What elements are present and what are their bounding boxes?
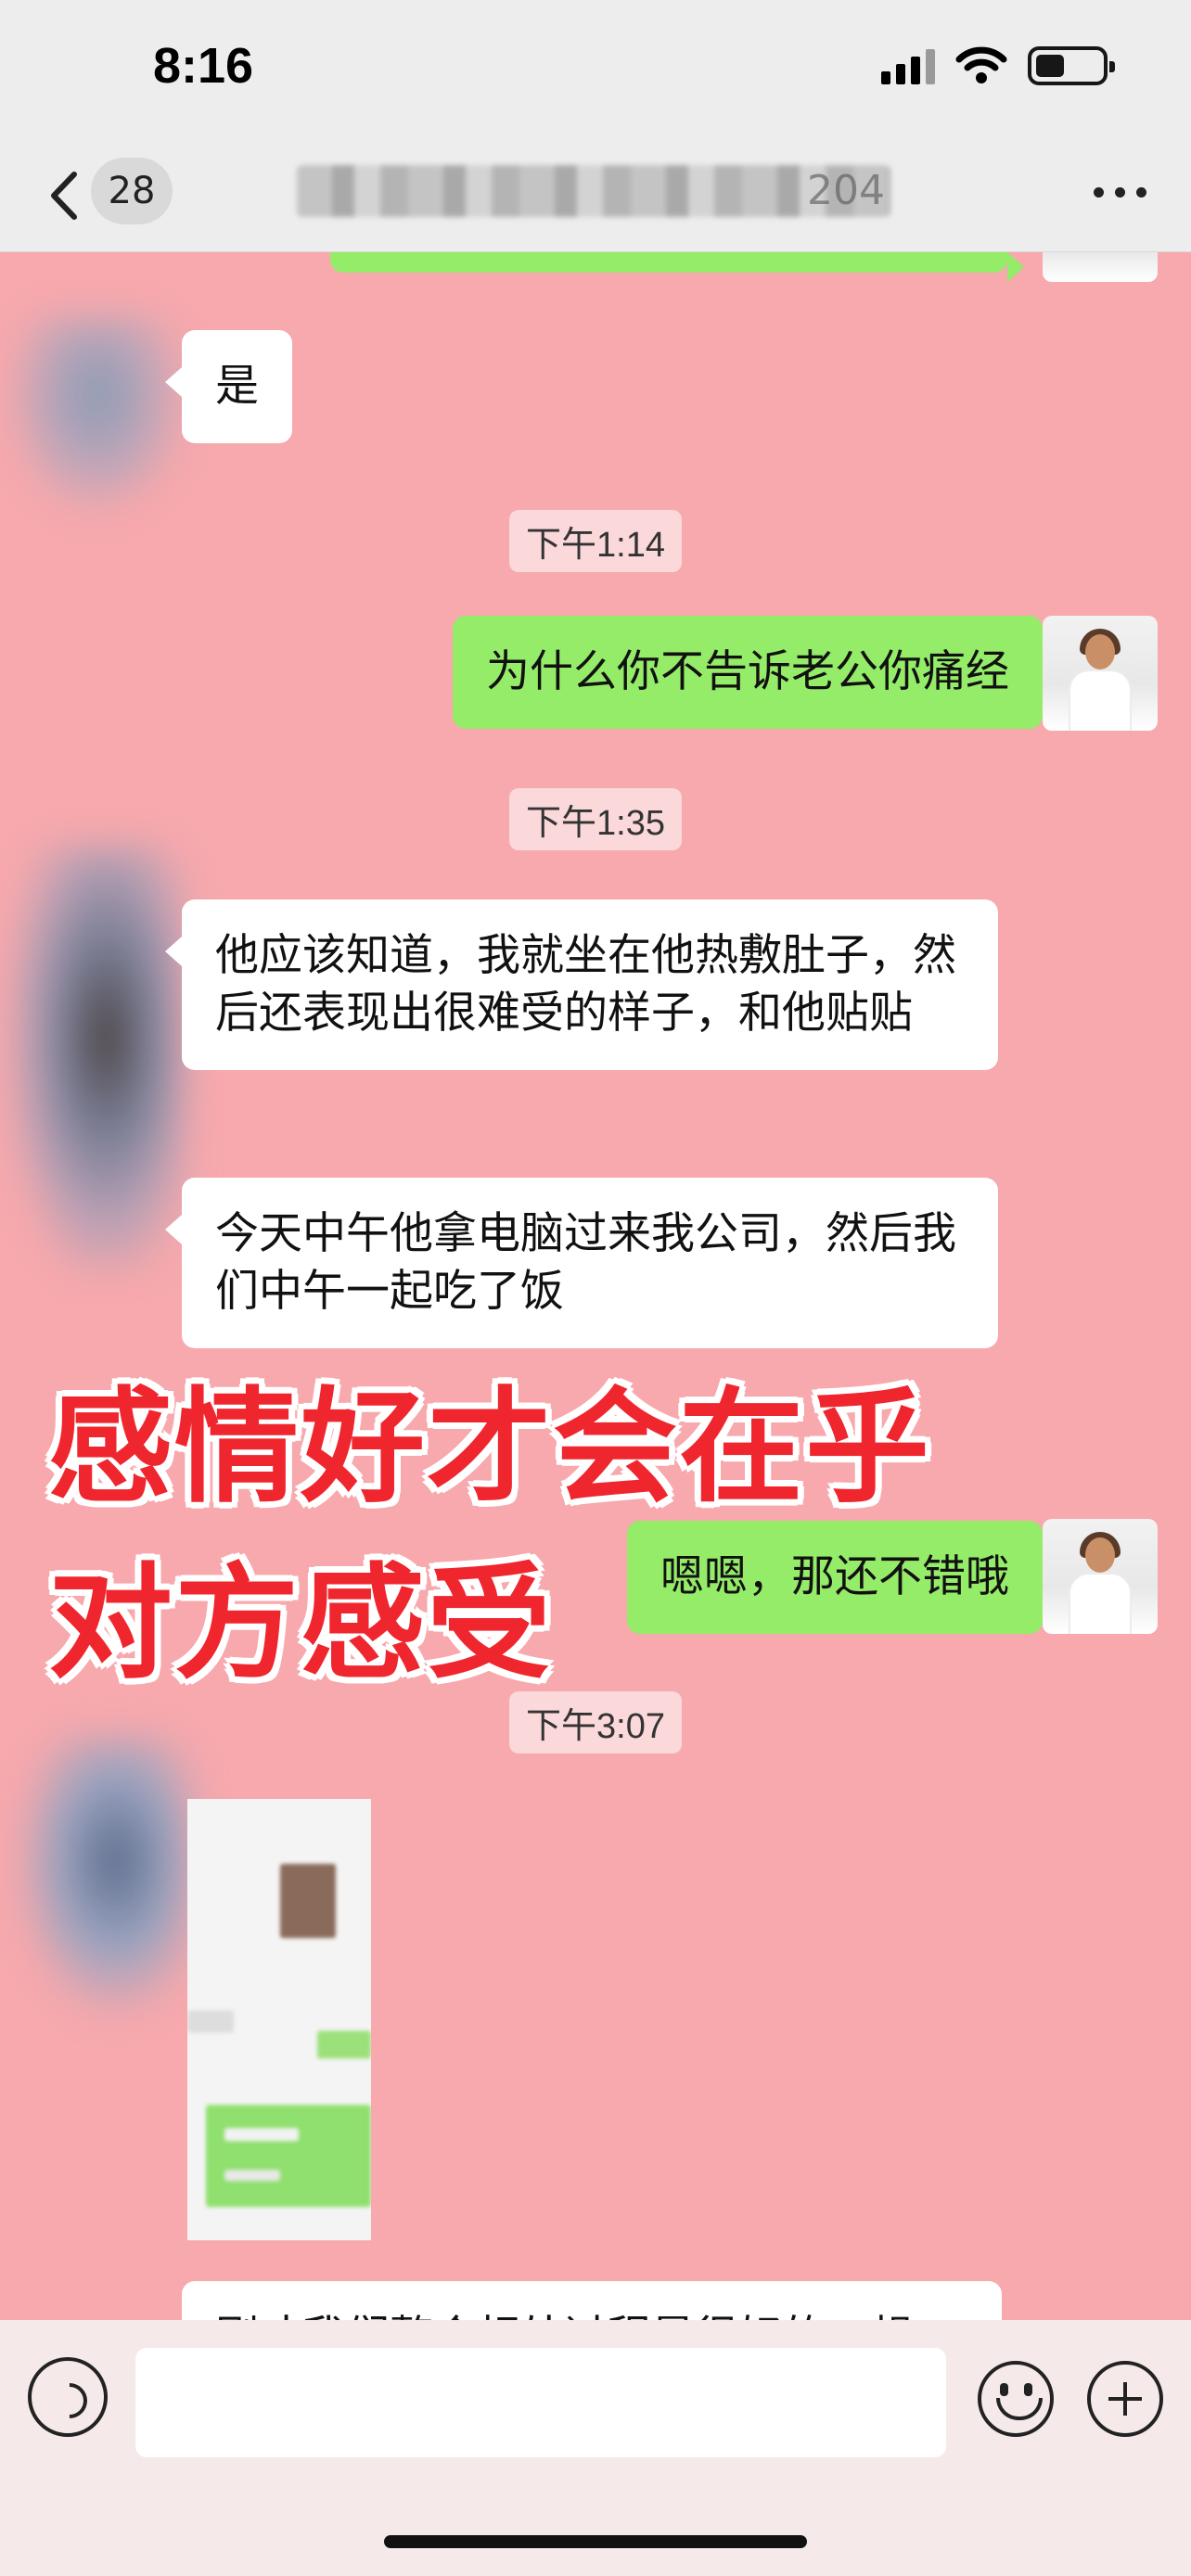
plus-icon[interactable]: [1087, 2361, 1163, 2437]
message-timestamp: 下午3:07: [509, 1691, 682, 1753]
chevron-left-icon[interactable]: [37, 163, 93, 228]
caption-line-2: 对方感受: [48, 1551, 554, 1696]
status-time: 8:16: [153, 38, 254, 94]
message-input[interactable]: [135, 2348, 946, 2457]
contact-avatar-blurred[interactable]: [9, 846, 186, 1272]
emoji-icon[interactable]: [978, 2361, 1054, 2437]
message-bubble[interactable]: 嗯嗯，那还不错哦: [627, 1521, 1059, 1634]
message-bubble[interactable]: 为什么你不告诉老公你痛经: [453, 616, 1059, 729]
message-text: 为什么你不告诉老公你痛经: [486, 646, 1009, 697]
self-avatar[interactable]: [1043, 1519, 1158, 1634]
status-bar: 8:16: [0, 0, 1191, 139]
more-dots-icon[interactable]: [1094, 187, 1146, 198]
message-bubble[interactable]: 今天中午他拿电脑过来我公司，然后我们中午一起吃了饭: [165, 1178, 998, 1348]
message-text: 是: [215, 361, 259, 412]
caption-line-1: 感情好才会在乎: [48, 1375, 932, 1520]
home-indicator[interactable]: [384, 2535, 807, 2548]
chat-message-list[interactable]: 是 下午1:14 为什么你不告诉老公你痛经 下午1:35 他应该知道，我就坐在他…: [0, 252, 1191, 2320]
contact-avatar-blurred[interactable]: [9, 317, 186, 512]
chat-header: 28 204: [0, 139, 1191, 252]
voice-icon[interactable]: [28, 2357, 108, 2437]
chat-title-blurred: [297, 165, 890, 217]
self-avatar[interactable]: [1043, 616, 1158, 731]
battery-icon: [1028, 46, 1115, 85]
contact-avatar-blurred[interactable]: [19, 1736, 195, 2014]
message-bubble[interactable]: 刚才我们整合相处过程是很好的一想: [182, 2281, 1002, 2320]
image-message-thumbnail[interactable]: [187, 1799, 371, 2240]
self-avatar[interactable]: [1043, 252, 1158, 282]
cellular-signal-icon: [881, 47, 935, 84]
message-text: 刚才我们整合相处过程是很好的一想: [215, 2312, 913, 2320]
message-bubble[interactable]: 他应该知道，我就坐在他热敷肚子，然后还表现出很难受的样子，和他贴贴: [165, 899, 998, 1070]
unread-count-badge[interactable]: 28: [91, 158, 173, 224]
message-text: 他应该知道，我就坐在他热敷肚子，然后还表现出很难受的样子，和他贴贴: [215, 930, 956, 1039]
chat-title-suffix: 204: [807, 167, 885, 214]
message-bubble-partial: [330, 252, 1024, 282]
wifi-icon: [955, 46, 1007, 83]
message-text: 今天中午他拿电脑过来我公司，然后我们中午一起吃了饭: [215, 1208, 956, 1317]
input-bar: [0, 2320, 1191, 2576]
message-bubble[interactable]: 是: [165, 330, 292, 443]
message-timestamp: 下午1:14: [509, 510, 682, 572]
message-text: 嗯嗯，那还不错哦: [660, 1551, 1009, 1602]
message-timestamp: 下午1:35: [509, 788, 682, 850]
status-icons: [881, 46, 1115, 85]
